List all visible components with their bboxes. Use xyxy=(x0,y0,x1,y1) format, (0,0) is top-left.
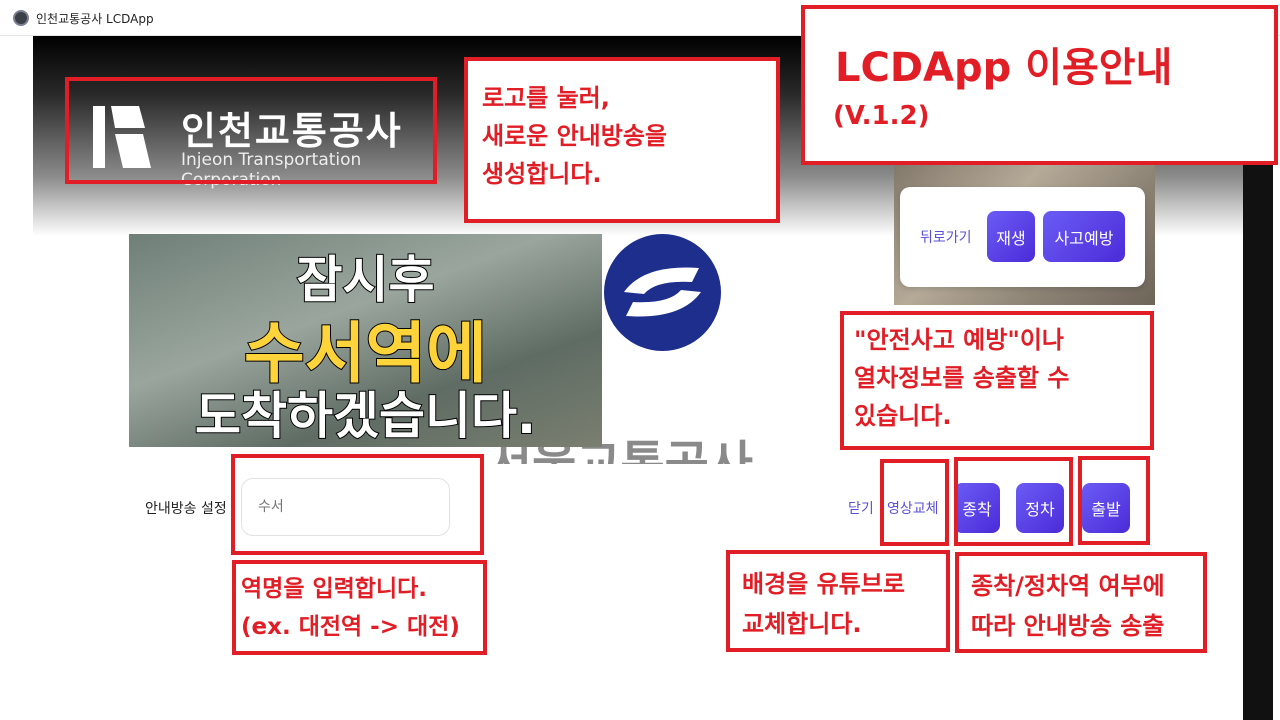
control-help-callout: "안전사고 예방"이나 열차정보를 송출할 수 있습니다. xyxy=(840,311,1154,450)
station-help-line-1: 역명을 입력합니다. xyxy=(241,576,428,602)
video-help-line-1: 배경을 유튜브로 xyxy=(742,570,905,598)
back-button[interactable]: 뒤로가기 xyxy=(920,227,972,247)
play-button[interactable]: 재생 xyxy=(987,211,1035,262)
title-callout-title: LCDApp 이용안내 xyxy=(835,45,1173,91)
app-icon xyxy=(13,10,29,26)
control-help-line-2: 열차정보를 송출할 수 xyxy=(854,364,1070,392)
brand-logo-icon xyxy=(624,267,701,317)
logo-help-line-1: 로고를 눌러, xyxy=(482,84,610,112)
title-callout: LCDApp 이용안내 (V.1.2) xyxy=(801,5,1278,165)
close-button[interactable]: 닫기 xyxy=(848,498,874,518)
station-input-highlight xyxy=(231,454,484,555)
video-help-callout: 배경을 유튜브로 교체합니다. xyxy=(726,550,950,652)
brand-logo-circle xyxy=(604,234,721,351)
stop-buttons-highlight xyxy=(954,457,1073,546)
announcement-line-3: 도착하겠습니다. xyxy=(194,386,537,446)
depart-highlight xyxy=(1078,456,1150,545)
stop-help-line-1: 종착/정차역 여부에 xyxy=(971,572,1165,600)
logo-highlight xyxy=(65,77,437,184)
station-help-callout: 역명을 입력합니다. (ex. 대전역 -> 대전) xyxy=(232,560,487,655)
control-help-line-1: "안전사고 예방"이나 xyxy=(854,326,1065,354)
station-help-line-2: (ex. 대전역 -> 대전) xyxy=(241,614,460,640)
prevention-button[interactable]: 사고예방 xyxy=(1043,211,1125,262)
stop-help-line-2: 따라 안내방송 송출 xyxy=(971,612,1165,640)
window-title: 인천교통공사 LCDApp xyxy=(36,12,154,26)
announcement-settings-label: 안내방송 설정 xyxy=(145,501,227,517)
logo-help-line-3: 생성합니다. xyxy=(482,160,602,188)
change-video-highlight xyxy=(880,459,949,546)
video-help-line-2: 교체합니다. xyxy=(742,610,862,638)
window-frame-left xyxy=(0,36,33,720)
announcement-preview: 잠시후 수서역에 도착하겠습니다. xyxy=(129,234,602,447)
title-callout-version: (V.1.2) xyxy=(833,101,930,131)
player-control-card: 뒤로가기 재생 사고예방 xyxy=(900,187,1145,287)
control-help-line-3: 있습니다. xyxy=(854,402,952,430)
logo-help-callout: 로고를 눌러, 새로운 안내방송을 생성합니다. xyxy=(464,57,780,223)
logo-help-line-2: 새로운 안내방송을 xyxy=(482,122,667,150)
stop-help-callout: 종착/정차역 여부에 따라 안내방송 송출 xyxy=(955,552,1207,653)
